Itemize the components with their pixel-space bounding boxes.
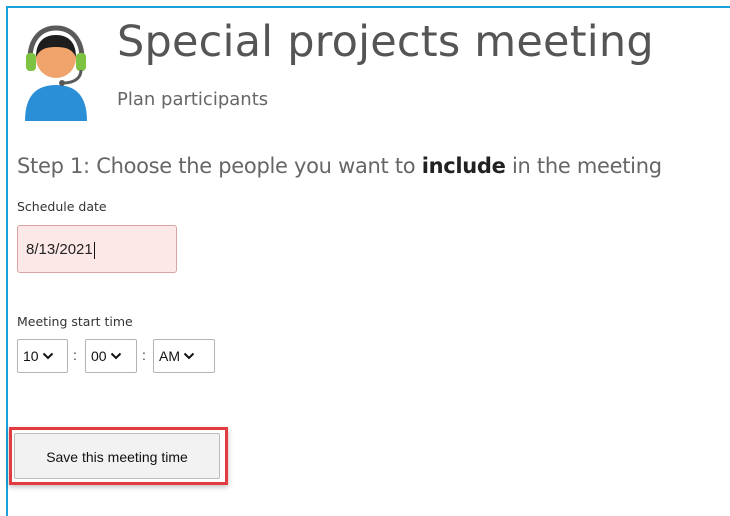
save-meeting-time-button[interactable]: Save this meeting time bbox=[14, 433, 220, 479]
support-agent-icon bbox=[25, 25, 87, 121]
page-subtitle: Plan participants bbox=[117, 89, 269, 110]
chevron-down-icon bbox=[183, 352, 195, 360]
text-caret bbox=[93, 241, 95, 259]
step-text-suffix: in the meeting bbox=[505, 154, 662, 178]
chevron-down-icon bbox=[42, 352, 53, 360]
step-instruction: Step 1: Choose the people you want to in… bbox=[17, 154, 662, 178]
step-text-emphasis: include bbox=[421, 154, 506, 178]
schedule-date-input[interactable]: 8/13/2021 bbox=[17, 225, 177, 273]
page-title: Special projects meeting bbox=[117, 17, 654, 67]
hour-select[interactable]: 10 bbox=[17, 339, 68, 373]
ampm-value: AM bbox=[159, 348, 180, 364]
hour-value: 10 bbox=[23, 348, 39, 364]
schedule-date-value: 8/13/2021 bbox=[26, 241, 93, 258]
minute-value: 00 bbox=[91, 348, 107, 364]
page: Special projects meeting Plan participan… bbox=[0, 0, 730, 516]
frame-left-border bbox=[6, 6, 8, 516]
schedule-date-label: Schedule date bbox=[17, 199, 107, 214]
step-text-prefix: Step 1: Choose the people you want to bbox=[17, 154, 422, 178]
time-separator: : bbox=[142, 347, 146, 363]
minute-select[interactable]: 00 bbox=[85, 339, 137, 373]
frame-top-border bbox=[6, 6, 730, 8]
chevron-down-icon bbox=[110, 352, 121, 360]
meeting-start-time-label: Meeting start time bbox=[17, 314, 133, 329]
ampm-select[interactable]: AM bbox=[153, 339, 215, 373]
time-separator: : bbox=[73, 347, 77, 363]
